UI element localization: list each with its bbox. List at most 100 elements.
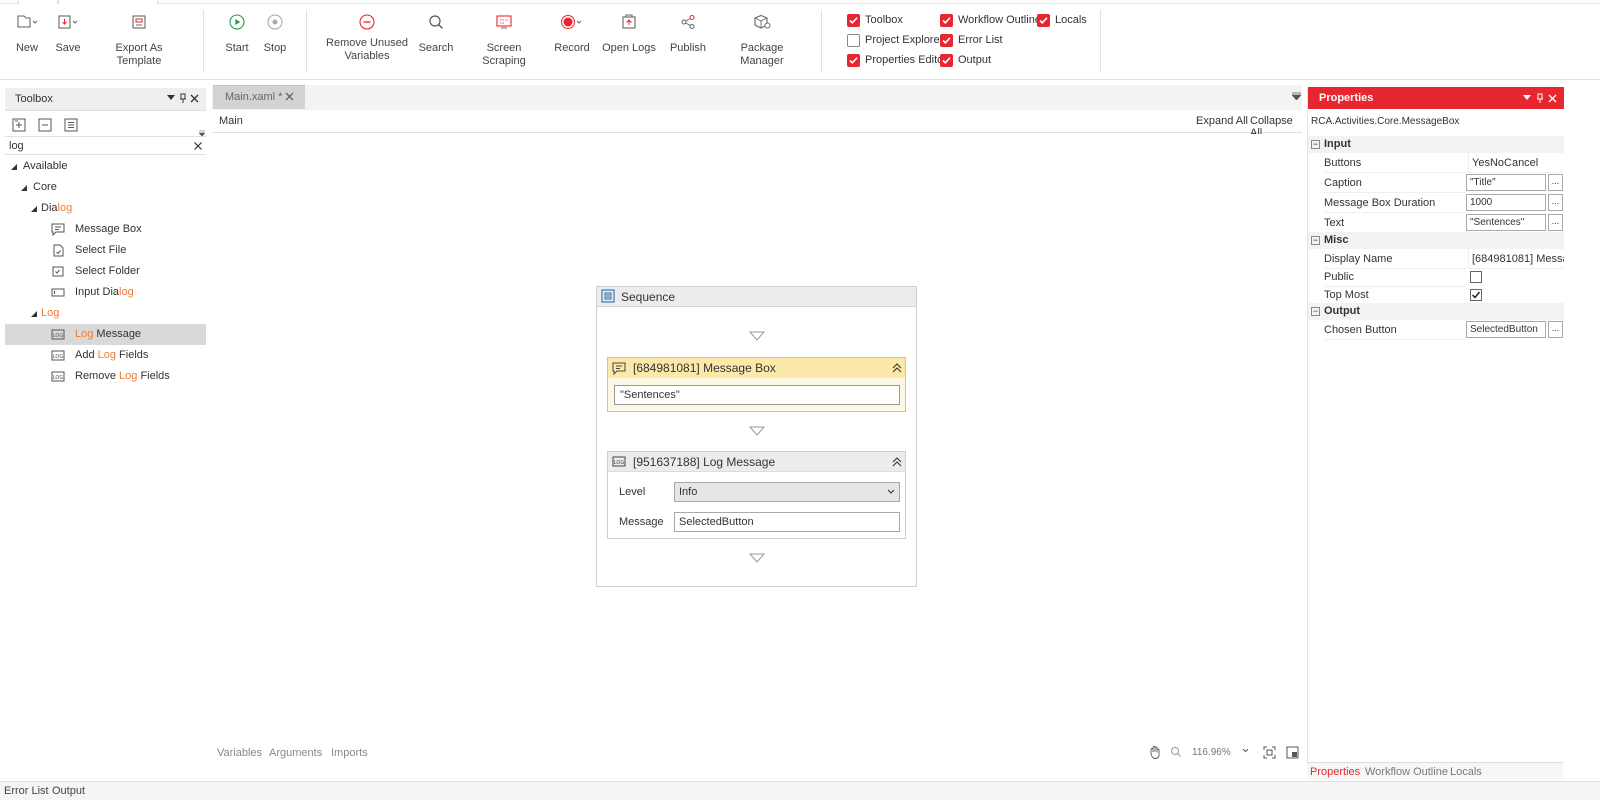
property-row-duration[interactable]: Message Box Duration 1000 ...: [1308, 193, 1564, 213]
tab-output[interactable]: Output: [52, 785, 85, 797]
collapse-category-icon[interactable]: −: [1311, 236, 1320, 245]
property-row-caption[interactable]: Caption "Title" ...: [1308, 173, 1564, 193]
sequence-header[interactable]: Sequence: [597, 287, 916, 307]
export-as-template-button[interactable]: Export As Template: [94, 10, 184, 68]
dropdown-icon[interactable]: [167, 95, 175, 101]
zoom-level[interactable]: 116.96%: [1192, 747, 1231, 758]
breadcrumb-main[interactable]: Main: [219, 115, 243, 127]
property-row-public[interactable]: Public: [1308, 267, 1564, 287]
toolbox-item-input-dialog[interactable]: Input Dia log: [51, 282, 134, 303]
public-checkbox[interactable]: [1470, 271, 1482, 283]
toolbox-item-remove-log-fields[interactable]: LOG Remove Log Fields: [51, 366, 170, 387]
ribbon-tab[interactable]: [18, 0, 58, 4]
close-tab-icon[interactable]: [285, 92, 294, 101]
tab-list-dropdown-icon[interactable]: [1292, 92, 1301, 100]
stop-button[interactable]: Stop: [260, 10, 290, 68]
new-button[interactable]: New: [10, 10, 44, 68]
toolbox-toggle[interactable]: Toolbox: [847, 12, 903, 28]
duration-input[interactable]: 1000: [1466, 194, 1546, 211]
tab-properties[interactable]: Properties: [1310, 766, 1360, 778]
toolbox-item-message-box[interactable]: Message Box: [51, 219, 142, 240]
property-row-top-most[interactable]: Top Most: [1308, 285, 1564, 305]
zoom-dropdown-icon[interactable]: [1242, 748, 1249, 753]
property-row-buttons[interactable]: Buttons YesNoCancel: [1308, 153, 1564, 173]
collapse-chevron-icon[interactable]: [892, 363, 902, 373]
ellipsis-button[interactable]: ...: [1548, 194, 1563, 211]
tree-node-dialog[interactable]: Dia log: [31, 198, 72, 219]
tree-node-log[interactable]: Log: [31, 303, 59, 324]
property-row-chosen-button[interactable]: Chosen Button SelectedButton ...: [1308, 320, 1564, 340]
expanded-arrow-icon[interactable]: [21, 184, 27, 191]
project-explorer-toggle[interactable]: Project Explorer: [847, 32, 943, 48]
drop-target-arrow-icon[interactable]: [749, 331, 765, 341]
hand-pan-icon[interactable]: [1148, 745, 1162, 759]
overview-icon[interactable]: [1286, 746, 1299, 759]
arguments-tab[interactable]: Arguments: [269, 747, 322, 759]
ellipsis-button[interactable]: ...: [1548, 214, 1563, 231]
remove-unused-variables-button[interactable]: Remove Unused Variables: [322, 10, 412, 68]
message-box-text-input[interactable]: "Sentences": [614, 385, 900, 405]
activity-header[interactable]: LOG [951637188] Log Message: [608, 452, 905, 472]
property-row-text[interactable]: Text "Sentences" ...: [1308, 213, 1564, 233]
expand-all-link[interactable]: Expand All: [1196, 115, 1248, 127]
tree-node-available[interactable]: Available: [11, 156, 67, 177]
category-misc[interactable]: − Misc: [1308, 232, 1564, 249]
toolbox-search-input[interactable]: log: [5, 136, 206, 155]
property-row-display-name[interactable]: Display Name [684981081] Message: [1308, 249, 1564, 269]
locals-toggle[interactable]: Locals: [1037, 12, 1087, 28]
ellipsis-button[interactable]: ...: [1548, 174, 1563, 191]
toolbox-item-log-message[interactable]: LOG Log Message: [51, 324, 141, 345]
list-view-icon[interactable]: [64, 118, 79, 132]
level-select[interactable]: Info: [674, 482, 900, 502]
package-manager-button[interactable]: Package Manager: [718, 10, 806, 68]
expanded-arrow-icon[interactable]: [11, 163, 17, 170]
ribbon-tab[interactable]: [58, 0, 158, 4]
property-value-dropdown[interactable]: YesNoCancel: [1468, 153, 1564, 173]
dropdown-icon[interactable]: [1523, 95, 1531, 101]
message-box-activity[interactable]: [684981081] Message Box "Sentences": [607, 357, 906, 412]
close-icon[interactable]: [190, 94, 199, 103]
close-icon[interactable]: [1548, 94, 1557, 103]
error-list-toggle[interactable]: Error List: [940, 32, 1003, 48]
text-input[interactable]: "Sentences": [1466, 214, 1546, 231]
fit-to-screen-icon[interactable]: [1263, 746, 1276, 759]
chosen-button-input[interactable]: SelectedButton: [1466, 321, 1546, 338]
zoom-icon[interactable]: [1170, 746, 1182, 758]
open-logs-button[interactable]: Open Logs: [601, 10, 657, 68]
collapse-chevron-icon[interactable]: [892, 457, 902, 467]
properties-editor-toggle[interactable]: Properties Editor: [847, 52, 947, 68]
toolbox-item-select-folder[interactable]: Select Folder: [51, 261, 140, 282]
imports-tab[interactable]: Imports: [331, 747, 368, 759]
pin-icon[interactable]: [179, 93, 187, 104]
save-button[interactable]: Save: [52, 10, 84, 68]
variables-tab[interactable]: Variables: [217, 747, 262, 759]
publish-button[interactable]: Publish: [668, 10, 708, 68]
expanded-arrow-icon[interactable]: [31, 310, 37, 317]
screen-scraping-button[interactable]: Screen Scraping: [466, 10, 542, 68]
tab-error-list[interactable]: Error List: [4, 785, 49, 797]
tree-node-core[interactable]: Core: [21, 177, 57, 198]
toolbox-item-add-log-fields[interactable]: LOG Add Log Fields: [51, 345, 148, 366]
expanded-arrow-icon[interactable]: [31, 205, 37, 212]
drop-target-arrow-icon[interactable]: [749, 553, 765, 563]
collapse-category-icon[interactable]: −: [1311, 140, 1320, 149]
collapse-all-icon[interactable]: [38, 118, 53, 132]
activity-header[interactable]: [684981081] Message Box: [608, 358, 905, 378]
clear-search-icon[interactable]: [194, 142, 202, 150]
category-input[interactable]: − Input: [1308, 136, 1564, 153]
start-button[interactable]: Start: [222, 10, 252, 68]
display-name-input[interactable]: [684981081] Message: [1468, 249, 1564, 269]
sequence-activity[interactable]: Sequence [684981081] Message Box "Senten…: [596, 286, 917, 587]
output-toggle[interactable]: Output: [940, 52, 991, 68]
record-button[interactable]: Record: [552, 10, 592, 68]
toolbox-item-select-file[interactable]: Select File: [51, 240, 126, 261]
top-most-checkbox[interactable]: [1470, 289, 1482, 301]
workflow-outline-toggle[interactable]: Workflow Outline: [940, 12, 1041, 28]
caption-input[interactable]: "Title": [1466, 174, 1546, 191]
expand-all-icon[interactable]: [12, 118, 27, 132]
message-input[interactable]: SelectedButton: [674, 512, 900, 532]
log-message-activity[interactable]: LOG [951637188] Log Message Level Info M…: [607, 451, 906, 539]
tab-locals[interactable]: Locals: [1450, 766, 1482, 778]
collapse-category-icon[interactable]: −: [1311, 307, 1320, 316]
drop-target-arrow-icon[interactable]: [749, 426, 765, 436]
